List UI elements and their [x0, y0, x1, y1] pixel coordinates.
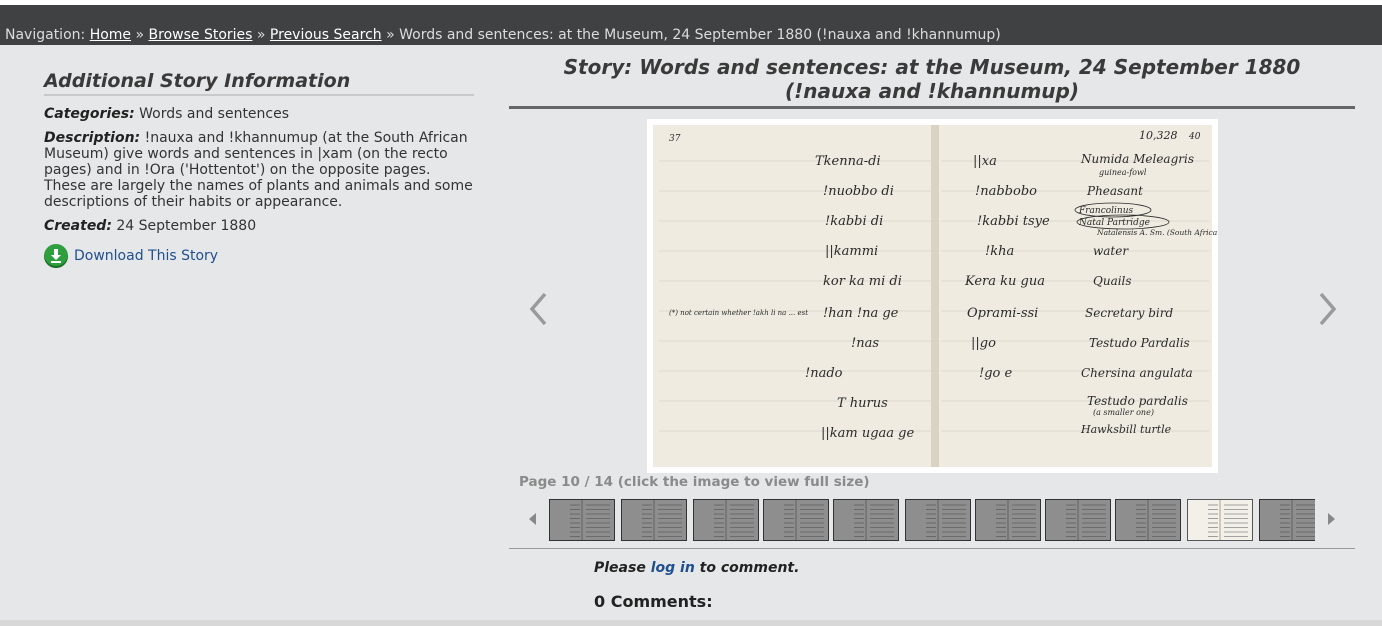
created-value: 24 September 1880 — [116, 218, 257, 234]
left-col-word: ||kam ugaa ge — [821, 426, 914, 441]
download-story-link[interactable]: Download This Story — [74, 248, 218, 264]
comments-divider — [509, 548, 1355, 549]
right-col-sub: guinea-fowl — [1099, 168, 1147, 177]
download-arrow-icon[interactable] — [44, 244, 68, 268]
page-thumbnail[interactable] — [1259, 499, 1315, 541]
mid-col-word: ||xa — [973, 154, 997, 169]
margin-note: (*) not certain whether !akh li na ... e… — [669, 309, 808, 317]
story-info-heading: Additional Story Information — [44, 70, 474, 96]
right-col-word: Testudo Pardalis — [1089, 336, 1190, 350]
left-col-word: !kabbi di — [825, 214, 883, 229]
right-col-word: Chersina angulata — [1081, 366, 1193, 380]
created-label: Created: — [44, 218, 112, 234]
page-thumbnail[interactable] — [1115, 499, 1181, 541]
description-label: Description: — [44, 130, 141, 146]
left-col-word: Tkenna-di — [815, 154, 881, 169]
page-corner-left: 37 — [669, 134, 681, 144]
page-viewer: 37 10,328 40 (*) not certain whether !ak… — [509, 109, 1355, 490]
right-col-word: Quails — [1093, 274, 1132, 288]
page-thumbnail[interactable] — [905, 499, 971, 541]
categories-value: Words and sentences — [139, 106, 290, 122]
thumb-prev-icon[interactable] — [525, 510, 539, 528]
story-info-panel: Additional Story Information Categories:… — [44, 70, 474, 268]
left-col-word: !han !na ge — [823, 306, 899, 321]
breadcrumb-prefix: Navigation: — [5, 27, 86, 43]
story-title: Story: Words and sentences: at the Museu… — [509, 55, 1355, 109]
mid-col-word: !go e — [979, 366, 1013, 381]
right-col-sub: (a smaller one) — [1093, 408, 1154, 417]
right-col-sub: Natalensis A. Sm. (South African) — [1096, 228, 1218, 237]
page-thumbnail[interactable] — [975, 499, 1041, 541]
breadcrumb-separator: » — [256, 27, 266, 43]
left-col-word: !nas — [851, 336, 879, 351]
left-col-word: T hurus — [837, 396, 888, 411]
breadcrumb-current: Words and sentences: at the Museum, 24 S… — [399, 27, 1001, 43]
categories-label: Categories: — [44, 106, 135, 122]
chevron-left-icon[interactable] — [525, 289, 551, 329]
mid-col-word: !kha — [985, 244, 1014, 259]
notebook-page-image[interactable]: 37 10,328 40 (*) not certain whether !ak… — [647, 119, 1225, 473]
page-thumbnail-active[interactable] — [1187, 499, 1253, 541]
thumb-next-icon[interactable] — [1325, 510, 1339, 528]
navigation-bar: Navigation: Home » Browse Stories » Prev… — [0, 5, 1382, 45]
mid-col-word: ||go — [971, 336, 996, 351]
comment-prompt-after: to comment. — [699, 560, 800, 576]
mid-col-word: Oprami-ssi — [967, 306, 1038, 321]
page-thumbnail[interactable] — [621, 499, 687, 541]
created-row: Created: 24 September 1880 — [44, 218, 474, 234]
right-col-word: Numida Meleagris — [1080, 152, 1194, 166]
page-corner-right-small: 40 — [1188, 132, 1201, 142]
left-col-word: !nuobbo di — [823, 184, 894, 199]
thumbnail-strip — [509, 498, 1355, 542]
download-story: Download This Story — [44, 244, 474, 268]
comment-prompt-before: Please — [594, 560, 646, 576]
left-col-word: kor ka mi di — [823, 274, 902, 289]
page-thumbnail[interactable] — [763, 499, 829, 541]
bottom-border — [0, 620, 1382, 626]
mid-col-word: !kabbi tsye — [977, 214, 1050, 229]
categories-row: Categories: Words and sentences — [44, 106, 474, 122]
breadcrumb-home-link[interactable]: Home — [90, 27, 131, 43]
mid-col-word: !nabbobo — [975, 184, 1037, 199]
right-col-word: water — [1093, 244, 1129, 258]
breadcrumb-separator: » — [135, 27, 145, 43]
thumbnail-list — [549, 498, 1315, 542]
comment-prompt: Please log in to comment. — [594, 560, 799, 576]
story-panel: Story: Words and sentences: at the Museu… — [509, 55, 1355, 611]
login-link[interactable]: log in — [651, 560, 695, 576]
page-thumbnail[interactable] — [549, 499, 615, 541]
mid-col-word: Kera ku gua — [964, 274, 1045, 289]
right-col-word: Hawksbill turtle — [1080, 423, 1172, 436]
left-col-word: ||kammi — [825, 244, 878, 259]
chevron-right-icon[interactable] — [1315, 289, 1341, 329]
left-col-word: !nado — [805, 366, 843, 381]
breadcrumb-browse-stories-link[interactable]: Browse Stories — [149, 27, 253, 43]
right-col-word: Testudo pardalis — [1087, 394, 1188, 408]
breadcrumb-separator: » — [386, 27, 395, 43]
page-corner-right: 10,328 — [1139, 129, 1178, 142]
page-thumbnail[interactable] — [833, 499, 899, 541]
right-col-word: Pheasant — [1086, 184, 1143, 198]
breadcrumb: Navigation: Home » Browse Stories » Prev… — [5, 27, 1001, 43]
right-col-word: Francolinus — [1078, 206, 1134, 216]
page-caption: Page 10 / 14 (click the image to view fu… — [519, 474, 870, 490]
page-thumbnail[interactable] — [1045, 499, 1111, 541]
description-row: Description: !nauxa and !khannumup (at t… — [44, 130, 474, 210]
breadcrumb-previous-search-link[interactable]: Previous Search — [270, 27, 382, 43]
comments-count: 0 Comments: — [594, 592, 713, 611]
page-thumbnail[interactable] — [693, 499, 759, 541]
right-col-word: Secretary bird — [1085, 306, 1173, 320]
